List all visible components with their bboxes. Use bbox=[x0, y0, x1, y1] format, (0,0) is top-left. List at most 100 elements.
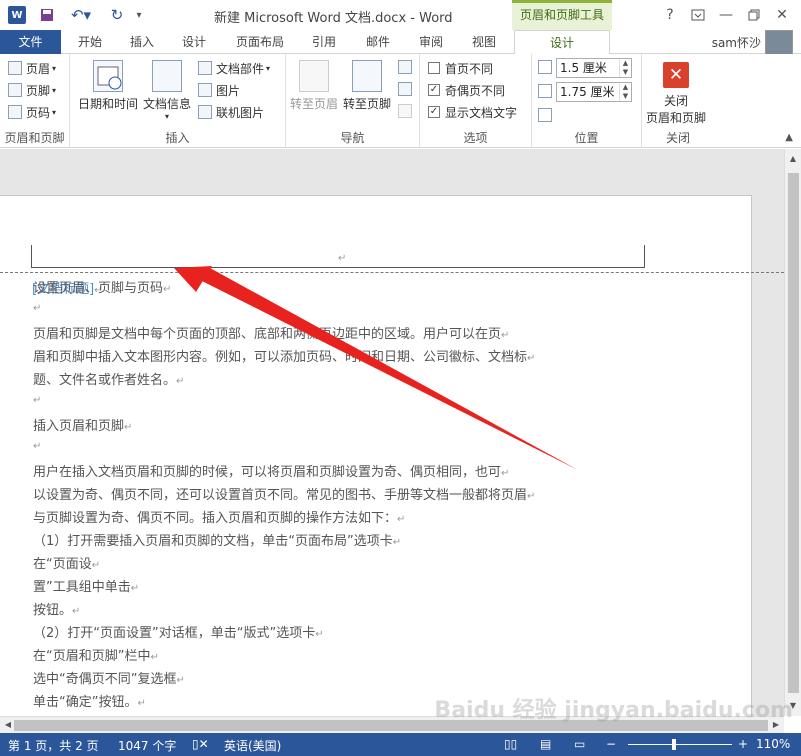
document-line[interactable]: 单击“确定”按钮。↵ bbox=[33, 691, 146, 710]
link-to-previous-icon[interactable] bbox=[398, 104, 412, 118]
document-line[interactable]: 插入页眉和页脚↵ bbox=[33, 415, 132, 434]
document-line[interactable]: ↵ bbox=[33, 392, 41, 407]
date-time-button[interactable]: 日期和时间 bbox=[78, 60, 138, 112]
document-line[interactable]: （2）打开“页面设置”对话框，单击“版式”选项卡↵ bbox=[33, 622, 324, 641]
help-button[interactable]: ? bbox=[658, 4, 682, 26]
word-count[interactable]: 1047 个字 bbox=[118, 737, 176, 754]
online-picture-button[interactable]: 联机图片 bbox=[198, 102, 264, 122]
goto-header-button[interactable]: 转至页眉 bbox=[290, 60, 338, 112]
avatar[interactable] bbox=[765, 30, 793, 56]
close-header-footer-button[interactable]: ✕ 关闭 页眉和页脚 bbox=[646, 56, 706, 126]
tab-insert[interactable]: 插入 bbox=[124, 30, 160, 54]
page-number-icon bbox=[8, 105, 22, 119]
zoom-out-icon[interactable]: − bbox=[606, 737, 616, 751]
document-line[interactable]: 用户在插入文档页眉和页脚的时候，可以将页眉和页脚设置为奇、偶页相同，也可↵ bbox=[33, 461, 509, 480]
user-name[interactable]: sam怀沙 bbox=[712, 34, 761, 51]
spin-arrows-icon[interactable]: ▲ ▼ bbox=[619, 59, 631, 77]
ribbon-display-options-icon[interactable] bbox=[686, 4, 710, 26]
document-line[interactable]: 与页脚设置为奇、偶页不同。插入页眉和页脚的操作方法如下：↵ bbox=[33, 507, 405, 526]
page-number-button[interactable]: 页码 ▾ bbox=[8, 102, 56, 122]
page-count[interactable]: 第 1 页，共 2 页 bbox=[8, 737, 99, 754]
tab-hf-design[interactable]: 设计 bbox=[514, 30, 610, 55]
minimize-button[interactable]: — bbox=[714, 4, 738, 26]
different-odd-even-checkbox[interactable]: ✓ 奇偶页不同 bbox=[428, 80, 505, 100]
paragraph-mark: ↵ bbox=[501, 330, 510, 341]
checkbox-checked-icon: ✓ bbox=[428, 106, 440, 118]
paragraph-mark: ↵ bbox=[527, 491, 536, 502]
footer-icon bbox=[8, 83, 22, 97]
document-line[interactable]: 选中“奇偶页不同”复选框↵ bbox=[33, 668, 185, 687]
spin-arrows-icon[interactable]: ▲ ▼ bbox=[619, 83, 631, 101]
document-line[interactable]: ↵ bbox=[33, 300, 41, 315]
proofing-icon[interactable]: ▯✕ bbox=[192, 737, 209, 751]
next-icon[interactable] bbox=[398, 82, 412, 96]
title-bar: W ↶▾ ↻ ▾ 新建 Microsoft Word 文档.docx - Wor… bbox=[0, 0, 801, 30]
tab-file[interactable]: 文件 bbox=[0, 30, 61, 54]
document-line[interactable]: 眉和页脚中插入文本图形内容。例如，可以添加页码、时间和日期、公司徽标、文档标↵ bbox=[33, 346, 535, 365]
undo-icon[interactable]: ↶▾ bbox=[66, 5, 96, 25]
read-mode-icon[interactable]: ▯▯ bbox=[504, 737, 517, 751]
picture-button[interactable]: 图片 bbox=[198, 80, 240, 100]
document-line[interactable]: 在“页眉和页脚”栏中↵ bbox=[33, 645, 159, 664]
group-options: 首页不同 ✓ 奇偶页不同 ✓ 显示文档文字 选项 bbox=[420, 54, 532, 148]
tab-page-layout[interactable]: 页面布局 bbox=[230, 30, 290, 54]
show-document-text-checkbox[interactable]: ✓ 显示文档文字 bbox=[428, 102, 517, 122]
header-bottom-border bbox=[31, 267, 645, 268]
tab-home[interactable]: 开始 bbox=[72, 30, 108, 54]
paragraph-mark: ↵ bbox=[501, 468, 510, 479]
document-line[interactable]: 设置页眉、页脚与页码↵ bbox=[33, 277, 171, 296]
close-window-button[interactable]: ✕ bbox=[770, 4, 794, 26]
tab-references[interactable]: 引用 bbox=[306, 30, 342, 54]
document-line[interactable]: ↵ bbox=[33, 438, 41, 453]
document-line[interactable]: 在“页面设↵ bbox=[33, 553, 100, 572]
restore-button[interactable] bbox=[742, 4, 766, 26]
alignment-tab-icon[interactable] bbox=[538, 108, 552, 122]
zoom-in-icon[interactable]: + bbox=[738, 737, 748, 751]
save-icon[interactable] bbox=[36, 5, 58, 25]
header-position-input[interactable]: 1.5 厘米 ▲ ▼ bbox=[556, 58, 632, 78]
picture-icon bbox=[198, 83, 212, 97]
footer-button[interactable]: 页脚 ▾ bbox=[8, 80, 56, 100]
web-layout-icon[interactable]: ▭ bbox=[574, 737, 585, 751]
document-line[interactable]: 以设置为奇、偶页不同，还可以设置首页不同。常见的图书、手册等文档一般都将页眉↵ bbox=[33, 484, 535, 503]
document-line[interactable]: 置”工具组中单击↵ bbox=[33, 576, 139, 595]
paragraph-mark: ↵ bbox=[33, 441, 42, 452]
document-line[interactable]: 题、文件名或作者姓名。↵ bbox=[33, 369, 184, 388]
different-first-page-checkbox[interactable]: 首页不同 bbox=[428, 58, 493, 78]
collapse-ribbon-icon[interactable]: ▲ bbox=[785, 132, 793, 143]
document-info-button[interactable]: 文档信息 ▾ bbox=[143, 60, 191, 121]
redo-icon[interactable]: ↻ bbox=[106, 5, 128, 25]
goto-footer-button[interactable]: 转至页脚 bbox=[343, 60, 391, 112]
vertical-scrollbar[interactable]: ▲ ▼ bbox=[784, 149, 801, 716]
tab-design[interactable]: 设计 bbox=[176, 30, 212, 54]
paragraph-mark: ↵ bbox=[124, 422, 133, 433]
document-title: 新建 Microsoft Word 文档.docx - Word bbox=[214, 11, 453, 26]
tab-review[interactable]: 审阅 bbox=[413, 30, 449, 54]
status-bar: 第 1 页，共 2 页 1047 个字 ▯✕ 英语(美国) ▯▯ ▤ ▭ − +… bbox=[0, 733, 801, 756]
scroll-up-icon[interactable]: ▲ bbox=[785, 151, 801, 167]
customize-qat-icon[interactable]: ▾ bbox=[132, 5, 146, 25]
zoom-level[interactable]: 110% bbox=[756, 737, 790, 751]
zoom-slider[interactable] bbox=[628, 744, 732, 745]
paragraph-mark: ↵ bbox=[137, 698, 146, 709]
document-line[interactable]: 页眉和页脚是文档中每个页面的顶部、底部和两侧页边距中的区域。用户可以在页↵ bbox=[33, 323, 509, 342]
word-logo-icon[interactable]: W bbox=[8, 6, 26, 24]
scroll-thumb[interactable] bbox=[788, 173, 799, 693]
header-position-icon bbox=[538, 60, 552, 74]
document-line[interactable]: （1）打开需要插入页眉和页脚的文档，单击“页面布局”选项卡↵ bbox=[33, 530, 401, 549]
quick-parts-button[interactable]: 文档部件 ▾ bbox=[198, 58, 270, 78]
group-navigation: 转至页眉 转至页脚 导航 bbox=[286, 54, 420, 148]
document-line[interactable]: 按钮。↵ bbox=[33, 599, 80, 618]
zoom-slider-thumb[interactable] bbox=[672, 739, 676, 750]
footer-position-input[interactable]: 1.75 厘米 ▲ ▼ bbox=[556, 82, 632, 102]
tab-mailings[interactable]: 邮件 bbox=[360, 30, 396, 54]
previous-icon[interactable] bbox=[398, 60, 412, 74]
group-position: 1.5 厘米 ▲ ▼ 1.75 厘米 ▲ ▼ 位置 bbox=[532, 54, 642, 148]
group-label: 页眉和页脚 bbox=[4, 131, 65, 145]
header-button[interactable]: 页眉 ▾ bbox=[8, 58, 56, 78]
language[interactable]: 英语(美国) bbox=[224, 737, 281, 754]
tab-view[interactable]: 视图 bbox=[466, 30, 502, 54]
online-picture-icon bbox=[198, 105, 212, 119]
print-layout-icon[interactable]: ▤ bbox=[540, 737, 551, 751]
header-separator bbox=[0, 272, 784, 273]
